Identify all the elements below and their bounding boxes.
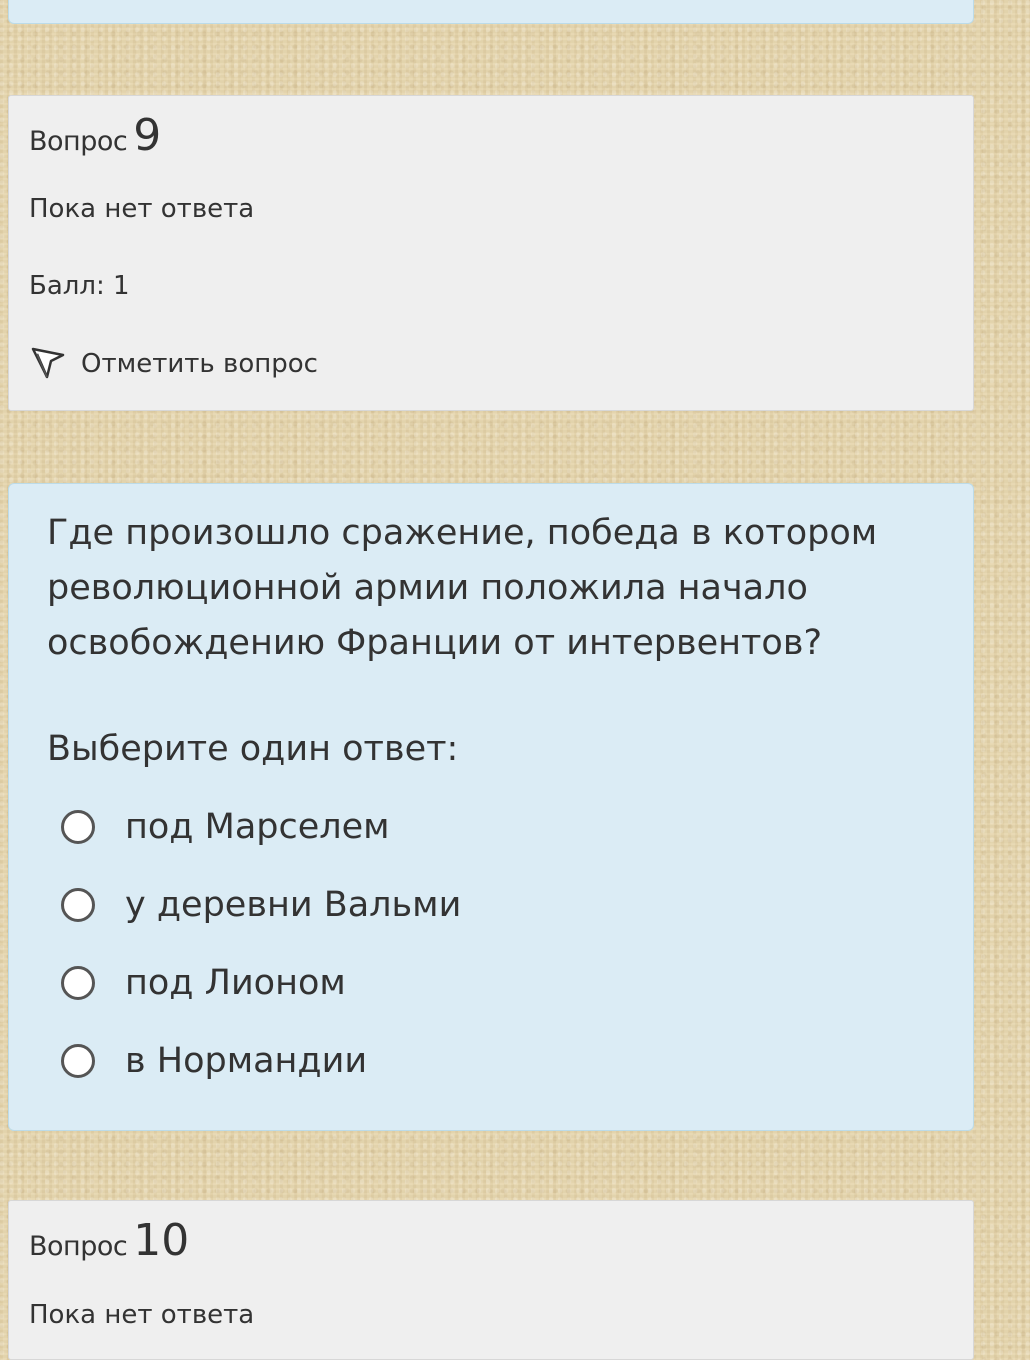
answer-option-normandy[interactable]: в Нормандии: [61, 1022, 461, 1100]
flag-icon: [29, 344, 69, 384]
answer-label[interactable]: под Марселем: [125, 807, 390, 847]
answer-label[interactable]: у деревни Вальми: [125, 885, 461, 925]
question-number: 10: [133, 1215, 190, 1266]
radio-unchecked-icon[interactable]: [61, 888, 95, 922]
answer-list: под Марселем у деревни Вальми под Лионом…: [61, 788, 461, 1100]
answer-prompt: Выберите один ответ:: [47, 729, 459, 769]
question-info-panel: Вопрос 10 Пока нет ответа: [8, 1200, 974, 1360]
question-state: Пока нет ответа: [29, 194, 255, 224]
answer-option-marseille[interactable]: под Марселем: [61, 788, 461, 866]
question-title-word: Вопрос: [29, 1231, 128, 1262]
question-content-panel: Где произошло сражение, победа в котором…: [8, 483, 974, 1131]
question-grade: Балл: 1: [29, 271, 130, 301]
answer-option-valmy[interactable]: у деревни Вальми: [61, 866, 461, 944]
previous-question-content-panel: [8, 0, 974, 24]
question-text: Где произошло сражение, победа в котором…: [47, 513, 878, 663]
question-info-panel: Вопрос 9 Пока нет ответа Балл: 1 Отметить…: [8, 95, 974, 411]
question-number: 9: [133, 110, 162, 161]
answer-option-lyon[interactable]: под Лионом: [61, 944, 461, 1022]
question-state: Пока нет ответа: [29, 1300, 255, 1330]
question-title: Вопрос 9: [29, 110, 161, 161]
question-title: Вопрос 10: [29, 1215, 189, 1266]
answer-label[interactable]: в Нормандии: [125, 1041, 367, 1081]
answer-label[interactable]: под Лионом: [125, 963, 346, 1003]
radio-unchecked-icon[interactable]: [61, 1044, 95, 1078]
radio-unchecked-icon[interactable]: [61, 810, 95, 844]
flag-question-link[interactable]: Отметить вопрос: [29, 344, 318, 384]
question-title-word: Вопрос: [29, 126, 128, 157]
flag-question-label: Отметить вопрос: [81, 349, 318, 379]
radio-unchecked-icon[interactable]: [61, 966, 95, 1000]
